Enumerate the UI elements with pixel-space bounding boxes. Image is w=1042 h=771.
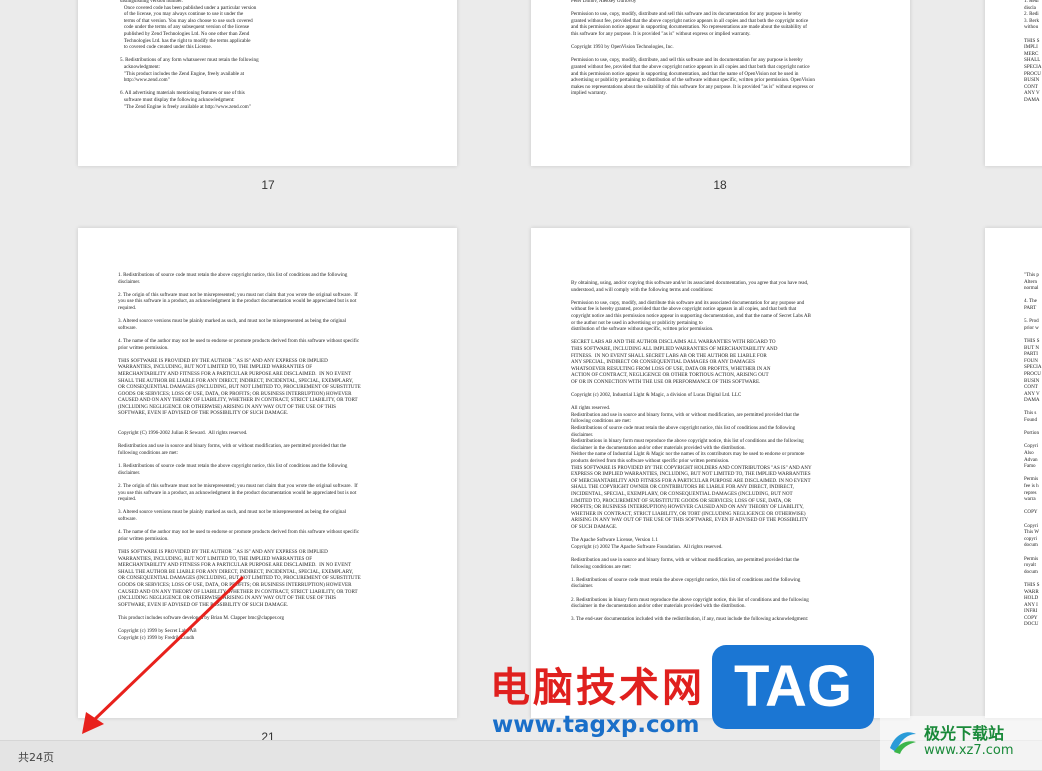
- watermark-site-name: 电脑技术网: [490, 665, 705, 711]
- page-text: Peter Dimov, Aleksey Gurtovoy Permission…: [571, 0, 815, 97]
- thumbnail-grid[interactable]: distinguishing version number. Once cove…: [0, 0, 1042, 740]
- watermark-site-url: www.tagxp.com: [492, 712, 700, 738]
- page-thumbnail-21[interactable]: 1. Redistributions of source code must r…: [78, 228, 457, 718]
- page-number-21: 21: [261, 730, 275, 740]
- page-number-18: 18: [713, 178, 727, 192]
- watermark-corner-name: 极光下载站: [924, 724, 1005, 743]
- watermark-corner: 极光下载站 www.xz7.com: [880, 716, 1042, 770]
- page-text: By obtaining, using, and/or copying this…: [571, 280, 812, 623]
- page-thumbnail-19[interactable]: 1. Redi discla 2. Redi 3. Berk withou TH…: [985, 0, 1042, 166]
- page-count-label: 共24页: [18, 751, 54, 764]
- page-thumbnail-17[interactable]: distinguishing version number. Once cove…: [78, 0, 457, 166]
- page-text: distinguishing version number. Once cove…: [120, 0, 259, 110]
- page-thumbnail-23[interactable]: "This p Altern normal 4. The PART 5. Pro…: [985, 228, 1042, 718]
- page-text: "This p Altern normal 4. The PART 5. Pro…: [1024, 272, 1042, 628]
- page-text: 1. Redi discla 2. Redi 3. Berk withou TH…: [1024, 0, 1042, 103]
- aurora-logo-icon: [890, 732, 916, 754]
- page-number-17: 17: [261, 178, 275, 192]
- page-thumbnail-18[interactable]: Peter Dimov, Aleksey Gurtovoy Permission…: [531, 0, 910, 166]
- watermark-tag-logo: TAG: [712, 645, 874, 729]
- watermark-corner-url: www.xz7.com: [924, 743, 1014, 758]
- page-text: 1. Redistributions of source code must r…: [118, 272, 361, 641]
